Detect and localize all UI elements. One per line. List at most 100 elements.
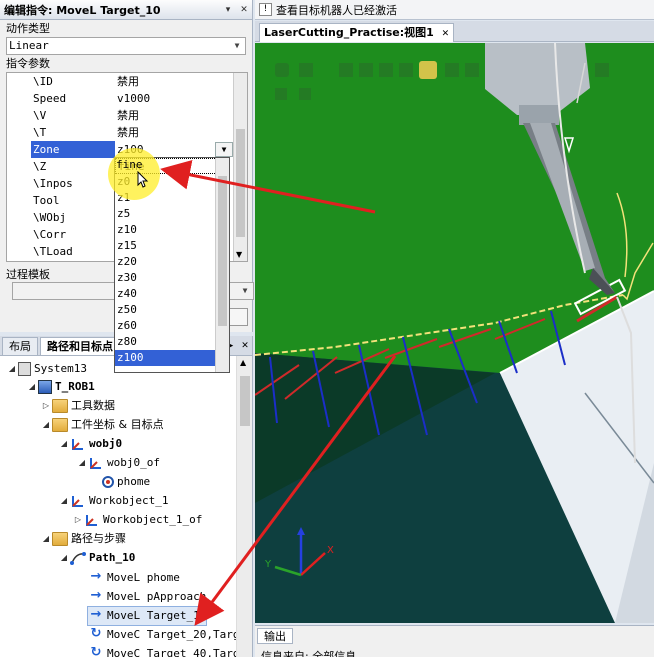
tree-node-instr-1[interactable]: → MoveL phome [88,569,180,587]
zone-option[interactable]: z10 [115,222,229,238]
tree-node-label: MoveL phome [107,571,180,584]
param-value: v1000 [117,92,151,105]
folder-icon [52,418,68,432]
param-row-t[interactable]: \T 禁用 [7,124,235,141]
pin-icon[interactable]: ▾ [220,5,236,15]
tree-node-workobject1[interactable]: ◢ Workobject_1 [58,492,168,510]
workobject-icon [88,456,104,470]
motion-type-label: 动作类型 [6,22,50,35]
param-key: \Inpos [33,177,73,190]
path-icon [70,551,86,565]
close-icon[interactable]: ✕ [236,5,252,15]
scroll-thumb[interactable] [240,376,250,426]
tree-node-instr-3-selected[interactable]: → MoveL Target_10 [86,606,208,626]
scroll-thumb[interactable] [236,129,245,237]
tree-node-label: MoveL pApproach [107,590,207,603]
tab-paths-targets[interactable]: 路径和目标点 [40,337,120,355]
tree-node-label: 路径与步骤 [71,532,126,545]
collapse-icon[interactable]: ◢ [58,435,70,453]
chevron-down-icon[interactable]: ▼ [236,250,242,259]
motion-type-value: Linear [9,39,49,52]
zone-option[interactable]: z60 [115,318,229,334]
collapse-icon[interactable]: ◢ [6,360,18,378]
expand-icon[interactable]: ▷ [40,397,52,415]
tree-node-tooldata[interactable]: ▷ 工具数据 [40,397,115,415]
close-icon[interactable]: ✕ [238,337,252,355]
zone-dropdown-button[interactable]: ▼ [215,142,233,157]
tree-node-label: MoveC Target_20,Targ [107,628,240,641]
tree-node-workobject1-of[interactable]: ▷ Workobject_1_of [72,511,202,529]
tree-node-label: wobj0_of [107,456,160,469]
view-tabstrip: LaserCutting_Practise:视图1 ✕ [255,21,654,42]
tree-node-label: phome [117,475,151,488]
workobject-icon [70,437,86,451]
param-key: \V [33,109,47,122]
edit-panel-title-bar: 编辑指令: MoveL Target_10 ▾ ✕ [0,0,252,20]
tree-node-instr-4[interactable]: ↻ MoveC Target_20,Targ [88,626,240,644]
scroll-thumb[interactable] [218,176,227,326]
tree-node-system[interactable]: ◢ System13 [6,360,87,378]
tree-node-instr-2[interactable]: → MoveL pApproach [88,588,207,606]
tree-node-wobj-targets[interactable]: ◢ 工件坐标 & 目标点 [40,416,164,434]
tab-view1[interactable]: LaserCutting_Practise:视图1 ✕ [259,23,455,42]
movec-arc-icon: ↻ [90,645,102,657]
axis-y-label: Y [264,559,272,570]
folder-icon [52,399,68,413]
chevron-up-icon[interactable]: ▲ [240,358,246,367]
collapse-icon[interactable]: ◢ [26,378,38,396]
chevron-down-icon: ▼ [234,41,240,50]
status-bar: ! 查看目标机器人已经激活 [255,0,654,20]
collapse-icon[interactable]: ◢ [76,454,88,472]
param-key: \TLoad [33,245,73,258]
tree-node-paths[interactable]: ◢ 路径与步骤 [40,530,126,548]
edit-panel-title: 编辑指令: MoveL Target_10 [4,3,161,17]
tree-node-label: System13 [34,362,87,375]
zone-option[interactable]: z30 [115,270,229,286]
expand-icon[interactable]: ▷ [72,511,84,529]
tree-scrollbar[interactable]: ▲ [236,356,252,657]
param-row-id[interactable]: \ID 禁用 [7,73,235,90]
tree-node-wobj0-of[interactable]: ◢ wobj0_of [76,454,160,472]
collapse-icon[interactable]: ◢ [58,492,70,510]
zone-option[interactable]: z20 [115,254,229,270]
zone-list-scrollbar[interactable] [215,158,229,372]
mouse-pointer-icon [137,170,149,193]
zone-option-selected[interactable]: z100 [115,350,229,366]
zone-option[interactable]: z5 [115,206,229,222]
tree-node-label: T_ROB1 [55,380,95,393]
param-row-speed[interactable]: Speed v1000 [7,90,235,107]
folder-icon [52,532,68,546]
movec-arc-icon: ↻ [90,626,102,641]
zone-option[interactable]: z40 [115,286,229,302]
apply-button[interactable] [228,308,248,326]
tree-node-path10[interactable]: ◢ Path_10 [58,549,135,567]
close-icon[interactable]: ✕ [442,29,450,39]
view-tab-label: LaserCutting_Practise:视图1 [264,26,434,39]
params-label: 指令参数 [6,57,50,70]
workobject-icon [70,494,86,508]
param-key: \Corr [33,228,67,241]
tab-output[interactable]: 输出 [257,628,293,644]
param-row-v[interactable]: \V 禁用 [7,107,235,124]
motion-type-select[interactable]: Linear ▼ [6,37,246,55]
param-grid-scrollbar[interactable]: ▼ [233,73,247,261]
3d-viewport[interactable]: X Y [255,43,654,623]
tree-node-label: 工具数据 [71,399,115,412]
movel-arrow-icon: → [90,588,102,603]
zone-option-fine-text: fine [116,158,143,171]
collapse-icon[interactable]: ◢ [40,530,52,548]
tree-node-rob[interactable]: ◢ T_ROB1 [26,378,95,396]
zone-option-fine-overlay: fine [114,157,230,173]
param-key: \Z [33,160,47,173]
collapse-icon[interactable]: ◢ [40,416,52,434]
param-value: 禁用 [117,75,139,88]
zone-option[interactable]: z80 [115,334,229,350]
tree-node-phome-target[interactable]: phome [102,473,150,491]
collapse-icon[interactable]: ◢ [58,549,70,567]
tree-node-wobj0[interactable]: ◢ wobj0 [58,435,122,453]
tab-layout[interactable]: 布局 [2,337,38,355]
zone-option[interactable]: z50 [115,302,229,318]
tree-node-label: MoveC Target_40,Targ [107,647,240,657]
zone-option[interactable]: z15 [115,238,229,254]
tree-node-instr-5[interactable]: ↻ MoveC Target_40,Targ [88,645,240,657]
